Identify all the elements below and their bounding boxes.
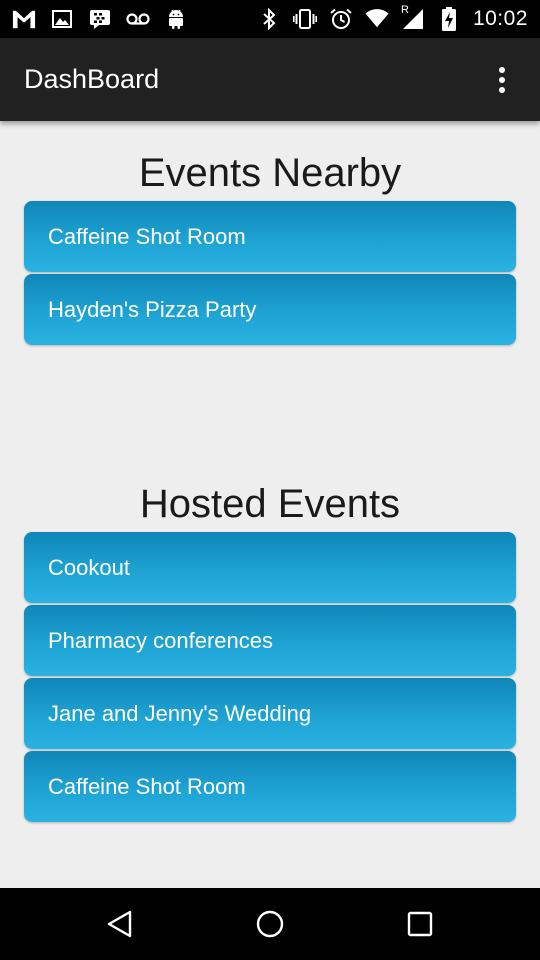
back-icon[interactable] bbox=[96, 900, 144, 948]
event-item-cookout[interactable]: Cookout bbox=[24, 532, 516, 603]
signal-roaming-icon: R bbox=[400, 4, 425, 31]
event-item-pharmacy-conferences[interactable]: Pharmacy conferences bbox=[24, 605, 516, 676]
events-nearby-title: Events Nearby bbox=[138, 151, 402, 195]
home-icon[interactable] bbox=[246, 900, 294, 948]
recents-icon[interactable] bbox=[396, 900, 444, 948]
battery-charging-icon bbox=[437, 7, 461, 31]
android-icon bbox=[164, 7, 188, 31]
navigation-bar bbox=[0, 888, 540, 960]
vibrate-icon bbox=[292, 7, 317, 31]
blackberry-messenger-icon bbox=[88, 7, 112, 31]
clock: 10:02 bbox=[472, 7, 528, 30]
dashboard-content: Events Nearby Caffeine Shot Room Hayden'… bbox=[0, 121, 540, 888]
event-item-caffeine-shot-room-hosted[interactable]: Caffeine Shot Room bbox=[24, 751, 516, 822]
status-bar: R 10:02 bbox=[0, 0, 540, 38]
gmail-icon bbox=[12, 7, 36, 31]
event-item-caffeine-shot-room[interactable]: Caffeine Shot Room bbox=[24, 201, 516, 272]
events-nearby-list: Caffeine Shot Room Hayden's Pizza Party bbox=[24, 201, 516, 347]
alarm-icon bbox=[329, 7, 353, 31]
wifi-icon bbox=[365, 7, 389, 31]
voicemail-icon bbox=[126, 7, 150, 31]
event-item-haydens-pizza-party[interactable]: Hayden's Pizza Party bbox=[24, 274, 516, 345]
notification-icons bbox=[12, 0, 188, 38]
bluetooth-icon bbox=[257, 7, 281, 31]
image-icon bbox=[50, 7, 74, 31]
event-item-jane-and-jennys-wedding[interactable]: Jane and Jenny's Wedding bbox=[24, 678, 516, 749]
more-vert-icon[interactable] bbox=[480, 58, 524, 102]
hosted-events-title: Hosted Events bbox=[139, 482, 401, 526]
hosted-events-list: Cookout Pharmacy conferences Jane and Je… bbox=[24, 532, 516, 824]
app-title: DashBoard bbox=[24, 64, 160, 94]
app-bar: DashBoard bbox=[0, 38, 540, 121]
roaming-label: R bbox=[400, 4, 409, 16]
system-icons: R 10:02 bbox=[257, 0, 528, 38]
